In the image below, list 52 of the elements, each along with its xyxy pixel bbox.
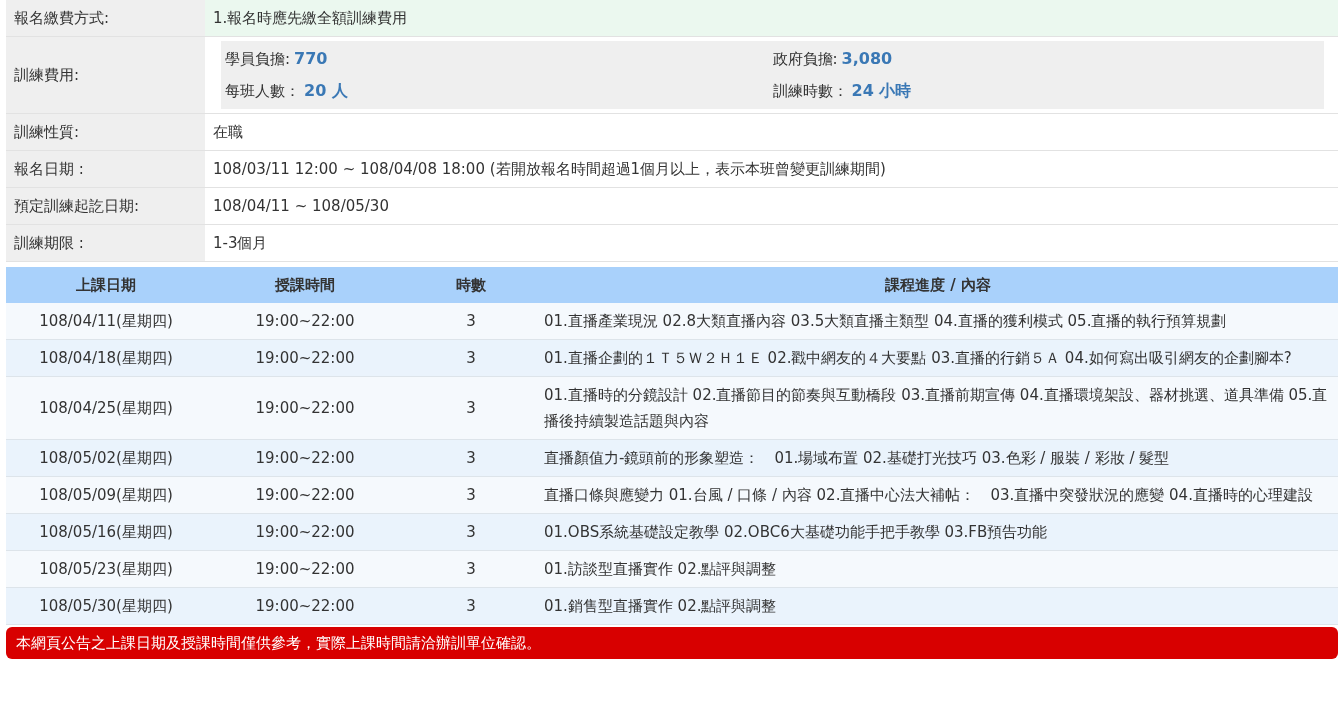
table-cell: 3 [404, 303, 538, 340]
fee-value: 20 人 [304, 80, 348, 102]
table-cell: 108/05/23(星期四) [6, 550, 206, 588]
table-cell: 01.直播時的分鏡設計 02.直播節目的節奏與互動橋段 03.直播前期宣傳 04.直播環境架設、器材挑選、道具準備 05.直播後持續製造話題與內容 [538, 376, 1338, 440]
field-label: 預定訓練起訖日期: [6, 188, 205, 224]
field-label: 訓練性質: [6, 114, 205, 150]
table-cell: 19:00~22:00 [206, 439, 404, 477]
fee-label: 學員負擔: [225, 49, 291, 70]
table-cell: 3 [404, 513, 538, 551]
table-cell: 3 [404, 439, 538, 477]
fee-value: 770 [294, 48, 328, 70]
column-header: 上課日期 [6, 267, 206, 303]
column-header: 課程進度 / 內容 [538, 267, 1338, 303]
fee-label: 政府負擔: [772, 49, 838, 70]
table-cell: 108/05/16(星期四) [6, 513, 206, 551]
table-cell: 3 [404, 550, 538, 588]
table-cell: 19:00~22:00 [206, 513, 404, 551]
table-cell: 01.OBS系統基礎設定教學 02.OBC6大基礎功能手把手教學 03.FB預告功能 [538, 513, 1338, 551]
table-cell: 19:00~22:00 [206, 476, 404, 514]
fee-label: 訓練時數： [772, 81, 848, 102]
table-cell: 01.直播產業現況 02.8大類直播內容 03.5大類直播主類型 04.直播的獲利模式 05.直播的執行預算規劃 [538, 303, 1338, 340]
field-label: 報名繳費方式: [6, 0, 205, 36]
table-cell: 19:00~22:00 [206, 339, 404, 377]
table-cell: 01.訪談型直播實作 02.點評與調整 [538, 550, 1338, 588]
field-label: 訓練期限 : [6, 225, 205, 261]
table-cell: 3 [404, 587, 538, 625]
column-header: 時數 [404, 267, 538, 303]
field-label: 訓練費用: [6, 37, 205, 113]
notice-banner: 本網頁公告之上課日期及授課時間僅供參考，實際上課時間請洽辦訓單位確認。 [6, 627, 1338, 659]
table-cell: 108/04/18(星期四) [6, 339, 206, 377]
table-cell: 3 [404, 339, 538, 377]
table-cell: 3 [404, 476, 538, 514]
table-cell: 108/05/09(星期四) [6, 476, 206, 514]
table-cell: 108/05/02(星期四) [6, 439, 206, 477]
table-cell: 3 [404, 376, 538, 440]
field-label: 報名日期 : [6, 151, 205, 187]
table-cell: 108/04/11(星期四) [6, 303, 206, 340]
table-cell: 01.直播企劃的１Ｔ５Ｗ２Ｈ１Ｅ 02.戳中網友的４大要點 03.直播的行銷５Ａ 04.如何寫出吸引網友的企劃腳本? [538, 339, 1338, 377]
fee-label: 每班人數： [225, 81, 300, 102]
table-cell: 108/05/30(星期四) [6, 587, 206, 625]
table-cell: 19:00~22:00 [206, 550, 404, 588]
field-value: 1.報名時應先繳全額訓練費用 [205, 0, 1338, 36]
table-cell: 19:00~22:00 [206, 376, 404, 440]
table-cell: 19:00~22:00 [206, 587, 404, 625]
column-header: 授課時間 [206, 267, 404, 303]
table-cell: 直播口條與應變力 01.台風 / 口條 / 內容 02.直播中心法大補帖： 03.直播中突發狀況的應變 04.直播時的心理建設 [538, 476, 1338, 514]
fee-value: 3,080 [841, 48, 893, 70]
table-cell: 直播顏值力-鏡頭前的形象塑造： 01.場域布置 02.基礎打光技巧 03.色彩 / 服裝 / 彩妝 / 髮型 [538, 439, 1338, 477]
table-cell: 19:00~22:00 [206, 303, 404, 340]
table-cell: 01.銷售型直播實作 02.點評與調整 [538, 587, 1338, 625]
fee-value: 24 小時 [851, 80, 912, 102]
table-cell: 108/04/25(星期四) [6, 376, 206, 440]
